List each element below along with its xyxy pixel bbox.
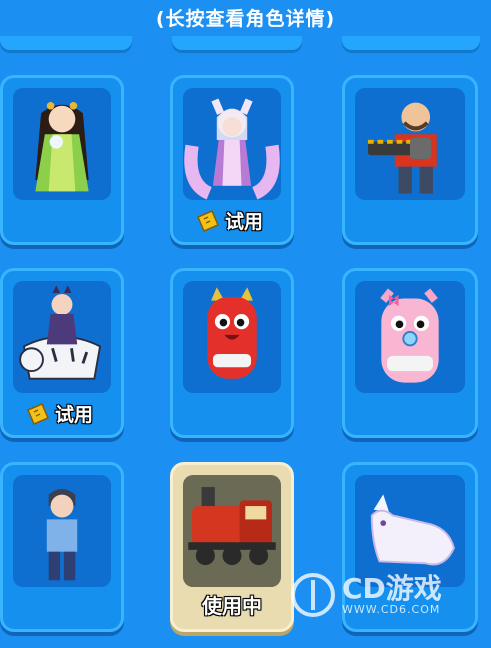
boy-icon (46, 488, 78, 581)
chainsaw-man-icon (367, 102, 437, 194)
previous-row-card-edge (0, 36, 132, 50)
trial-ticket-icon (27, 402, 49, 425)
trial-ticket-icon (197, 209, 219, 232)
trial-label: 试用 (225, 211, 264, 233)
long-press-hint: (长按查看角色详情) (155, 8, 336, 30)
red-monster-icon (207, 287, 257, 379)
pink-baby-icon (380, 288, 439, 383)
watermark-url: WWW.CD6.COM (342, 602, 441, 616)
trial-label: 试用 (55, 404, 94, 426)
in-use-label: 使用中 (202, 594, 262, 618)
character-card-1[interactable] (0, 75, 124, 245)
trial-badge: 试用 (25, 400, 93, 427)
watermark: CD游戏 WWW.CD6.COM (290, 572, 442, 618)
character-card-3[interactable] (342, 75, 478, 245)
character-card-8-selected[interactable]: 使用中 (170, 462, 294, 632)
girl-green-dress-icon (35, 101, 89, 192)
character-card-7[interactable] (0, 462, 124, 632)
character-card-2[interactable]: 试用 (170, 75, 294, 245)
previous-row-card-edge (342, 36, 480, 50)
character-card-5[interactable] (170, 268, 294, 438)
trial-badge: 试用 (195, 207, 263, 234)
character-card-6[interactable] (342, 268, 478, 438)
cd-logo-icon (291, 573, 335, 617)
previous-row-card-edge (172, 36, 302, 50)
watermark-brand: CD游戏 (342, 571, 442, 605)
character-card-4[interactable]: 试用 (0, 268, 124, 438)
